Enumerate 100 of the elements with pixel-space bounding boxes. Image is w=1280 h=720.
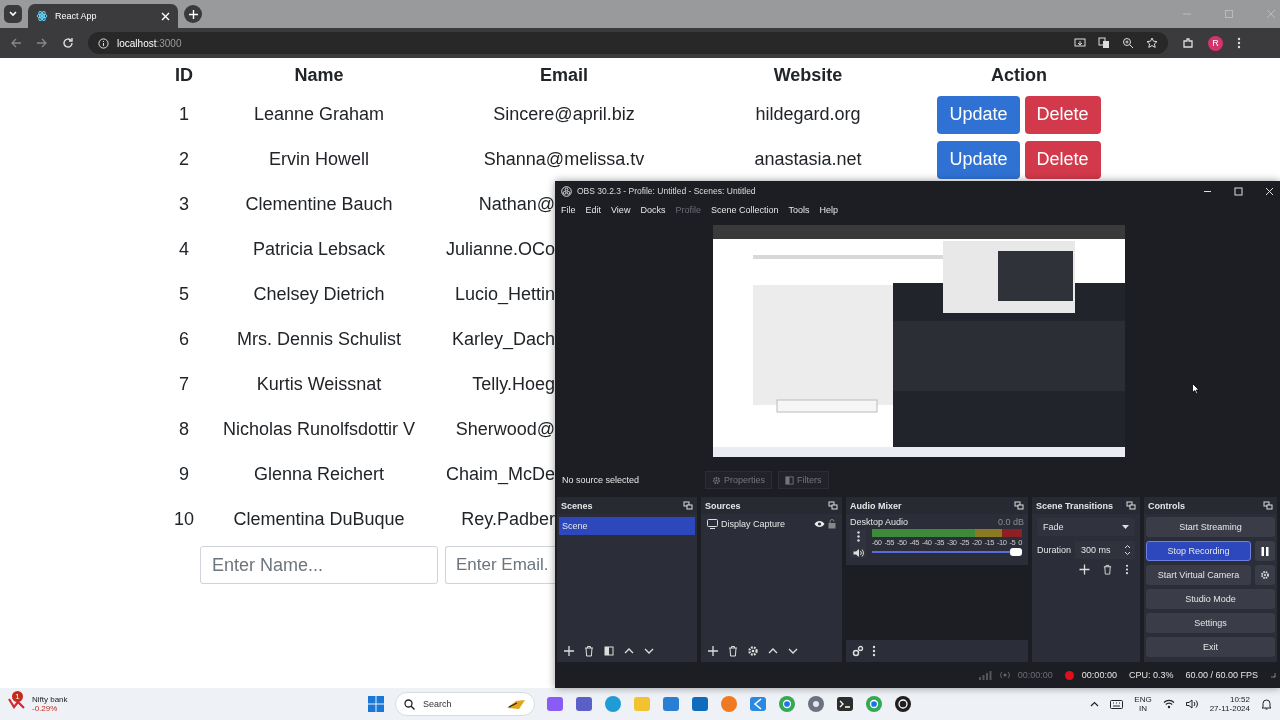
eye-icon[interactable] xyxy=(814,520,825,528)
trash-icon[interactable] xyxy=(727,645,739,657)
control-button[interactable]: Start Virtual Camera xyxy=(1146,565,1251,585)
new-tab-button[interactable] xyxy=(184,5,202,23)
address-bar[interactable]: localhost:3000 xyxy=(88,32,1168,54)
terminal-icon[interactable] xyxy=(836,695,854,713)
table-cell: Nicholas Runolfsdottir V xyxy=(222,419,416,440)
clock[interactable]: 10:52 27-11-2024 xyxy=(1209,695,1250,713)
menu-item[interactable]: Tools xyxy=(788,205,810,215)
menu-item[interactable]: Help xyxy=(819,205,838,215)
table-cell: Sherwood@ xyxy=(455,419,555,440)
unlocked-icon[interactable] xyxy=(828,519,836,529)
more-icon[interactable] xyxy=(856,531,860,542)
spinner-arrows-icon[interactable] xyxy=(1124,544,1131,556)
code-editor-icon[interactable] xyxy=(749,695,767,713)
menu-icon[interactable] xyxy=(1237,37,1241,49)
control-button[interactable]: Exit xyxy=(1146,637,1275,657)
cpu-usage: CPU: 0.3% xyxy=(1128,670,1174,680)
table-cell: Rey.Padber xyxy=(461,509,555,530)
undock-icon[interactable] xyxy=(1014,501,1024,510)
table-cell: Julianne.OCo xyxy=(445,239,555,260)
cursor-icon xyxy=(1192,383,1200,394)
table-cell: 7 xyxy=(179,374,189,395)
table-cell: Chaim_McDe xyxy=(445,464,555,485)
menu-item[interactable]: File xyxy=(561,205,576,215)
update-button[interactable]: Update xyxy=(937,95,1020,134)
volume-slider[interactable] xyxy=(872,548,1022,556)
undock-icon[interactable] xyxy=(1126,501,1136,510)
tab-list-button[interactable] xyxy=(4,5,22,23)
browser-tab[interactable]: React App xyxy=(28,4,178,28)
duration-field[interactable]: 300 ms xyxy=(1075,541,1135,559)
close-icon[interactable] xyxy=(1265,186,1274,196)
start-icon[interactable] xyxy=(368,696,384,712)
chart-down-icon xyxy=(8,696,26,710)
more-icon[interactable] xyxy=(872,645,876,657)
email-input[interactable]: Enter Email. xyxy=(445,546,555,584)
settings-button[interactable] xyxy=(1255,565,1275,585)
search-field[interactable]: Search xyxy=(395,692,535,716)
control-button[interactable]: Start Streaming xyxy=(1146,517,1275,537)
speaker-icon[interactable] xyxy=(1185,699,1199,709)
zoom-icon[interactable] xyxy=(1122,37,1134,49)
update-button[interactable]: Update xyxy=(937,140,1020,179)
star-icon[interactable] xyxy=(1146,37,1158,49)
table-cell: Kurtis Weissnat xyxy=(256,374,382,395)
transition-dropdown[interactable]: Fade xyxy=(1037,518,1135,536)
keyboard-icon[interactable] xyxy=(1110,699,1124,709)
profile-avatar[interactable]: R xyxy=(1208,35,1223,51)
record-time: 00:00:00 xyxy=(1081,670,1117,680)
app-logo-icon xyxy=(561,185,572,197)
plus-icon[interactable] xyxy=(563,645,575,657)
back-icon[interactable] xyxy=(10,37,22,49)
speaker-icon[interactable] xyxy=(852,548,864,558)
filter-icon[interactable] xyxy=(603,645,615,657)
menu-item[interactable]: Scene Collection xyxy=(710,205,779,215)
install-icon[interactable] xyxy=(1074,37,1086,49)
reload-icon[interactable] xyxy=(62,37,74,49)
record-app-icon[interactable] xyxy=(894,695,912,713)
plus-icon[interactable] xyxy=(1079,564,1090,575)
bell-icon[interactable] xyxy=(1261,698,1272,710)
plus-icon[interactable] xyxy=(707,645,719,657)
gears-icon[interactable] xyxy=(852,645,864,657)
table-cell: 9 xyxy=(179,464,189,485)
trash-icon[interactable] xyxy=(1102,564,1113,575)
column-header: Website xyxy=(773,64,843,86)
source-item[interactable]: Display Capture xyxy=(721,519,811,529)
delete-button[interactable]: Delete xyxy=(1024,95,1101,134)
menu-item[interactable]: View xyxy=(611,205,631,215)
undock-icon[interactable] xyxy=(1263,501,1273,510)
resize-grip-icon[interactable] xyxy=(1270,672,1276,678)
table-cell: Nathan@ xyxy=(478,194,555,215)
column-header: Name xyxy=(294,64,344,86)
control-button[interactable]: Studio Mode xyxy=(1146,589,1275,609)
translate-icon[interactable] xyxy=(1098,37,1110,49)
more-icon[interactable] xyxy=(1125,564,1129,575)
menu-item[interactable]: Docks xyxy=(640,205,666,215)
control-button[interactable]: Settings xyxy=(1146,613,1275,633)
menu-item[interactable]: Edit xyxy=(585,205,602,215)
delete-button[interactable]: Delete xyxy=(1024,140,1101,179)
info-icon[interactable] xyxy=(98,37,109,49)
dock-title: Scenes xyxy=(561,500,593,511)
scene-item[interactable]: Scene xyxy=(559,517,695,535)
puzzle-icon[interactable] xyxy=(1182,37,1194,49)
undock-icon[interactable] xyxy=(828,501,838,510)
wifi-icon[interactable] xyxy=(1162,699,1175,709)
url-text: localhost:3000 xyxy=(117,37,182,49)
caret-icon xyxy=(1122,525,1129,529)
undock-icon[interactable] xyxy=(683,501,693,510)
trash-icon[interactable] xyxy=(583,645,595,657)
forward-icon[interactable] xyxy=(36,37,48,49)
column-header: ID xyxy=(175,64,193,86)
dock-title: Scene Transitions xyxy=(1036,500,1114,511)
chevron-down-icon xyxy=(8,9,18,19)
maximize-icon[interactable] xyxy=(1234,186,1243,196)
name-input[interactable]: Enter Name... xyxy=(200,546,438,584)
chevron-up-icon[interactable] xyxy=(1090,701,1100,707)
pause-button[interactable] xyxy=(1255,541,1275,561)
language-indicator[interactable]: ENG IN xyxy=(1134,695,1152,713)
control-button[interactable]: Stop Recording xyxy=(1146,541,1251,561)
channel-name: Desktop Audio xyxy=(850,517,909,527)
dock-title: Controls xyxy=(1148,500,1185,511)
